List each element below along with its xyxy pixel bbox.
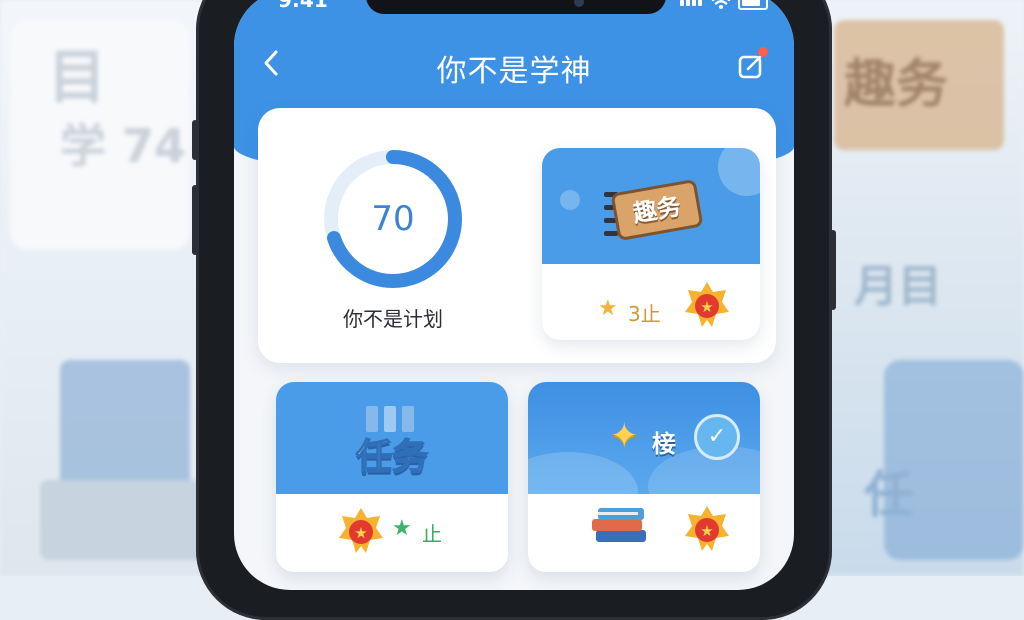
phone-screen: 9:41 你不是学神 70 你不是计划 趣务 ★ 3止 ★ 任务 ★ ★ 止 ✦…	[234, 0, 794, 590]
wifi-icon	[711, 0, 731, 9]
background-text: 目	[48, 43, 107, 111]
medal-icon: ★	[685, 282, 729, 327]
background-right: 趣务 月目 任	[824, 0, 1024, 576]
phone-side-button	[830, 230, 836, 310]
sparkle-icon: ✦	[610, 416, 639, 456]
background-left: 目 学 74	[0, 0, 210, 576]
tile-tasks[interactable]: 任务 ★ ★ 止	[276, 382, 508, 572]
page-title: 你不是学神	[436, 54, 592, 89]
star-icon: ★	[598, 296, 618, 321]
notification-dot	[758, 47, 768, 57]
decor-bubble	[560, 190, 580, 210]
tile-title: 椄	[652, 430, 676, 458]
status-time: 9:41	[278, 0, 328, 12]
phone-notch	[366, 0, 666, 14]
phone-side-button	[192, 120, 198, 160]
tile-fun-tasks[interactable]: 趣务 ★ 3止 ★	[542, 148, 760, 340]
status-icons	[680, 0, 768, 10]
tile-count: 止	[422, 522, 442, 546]
edit-button[interactable]	[738, 47, 768, 79]
tile-completed[interactable]: ✦ 椄 ✓ ★	[528, 382, 760, 572]
svg-text:★: ★	[354, 524, 367, 542]
background-book	[40, 480, 210, 560]
phone-side-button	[192, 185, 198, 255]
books-icon	[592, 508, 646, 542]
battery-icon	[738, 0, 768, 10]
medal-icon: ★	[685, 506, 729, 551]
tile-title: 任务	[355, 436, 429, 479]
check-icon[interactable]: ✓	[694, 414, 740, 460]
tile-count: 3止	[628, 302, 661, 326]
background-book	[60, 360, 190, 500]
plan-label: 你不是计划	[343, 307, 443, 331]
background-text: 趣务	[844, 55, 949, 115]
medal-icon: ★	[339, 508, 383, 553]
svg-text:★: ★	[700, 298, 713, 316]
star-icon: ★	[392, 516, 412, 541]
svg-text:★: ★	[700, 522, 713, 540]
signal-icon	[680, 0, 704, 10]
overview-card: 70 你不是计划 趣务 ★ 3止 ★	[258, 108, 776, 363]
progress-value: 70	[371, 199, 415, 239]
edit-square-icon	[738, 55, 762, 79]
background-text: 学 74	[60, 119, 187, 173]
background-text: 任	[864, 466, 914, 524]
background-text: 月目	[854, 261, 942, 312]
